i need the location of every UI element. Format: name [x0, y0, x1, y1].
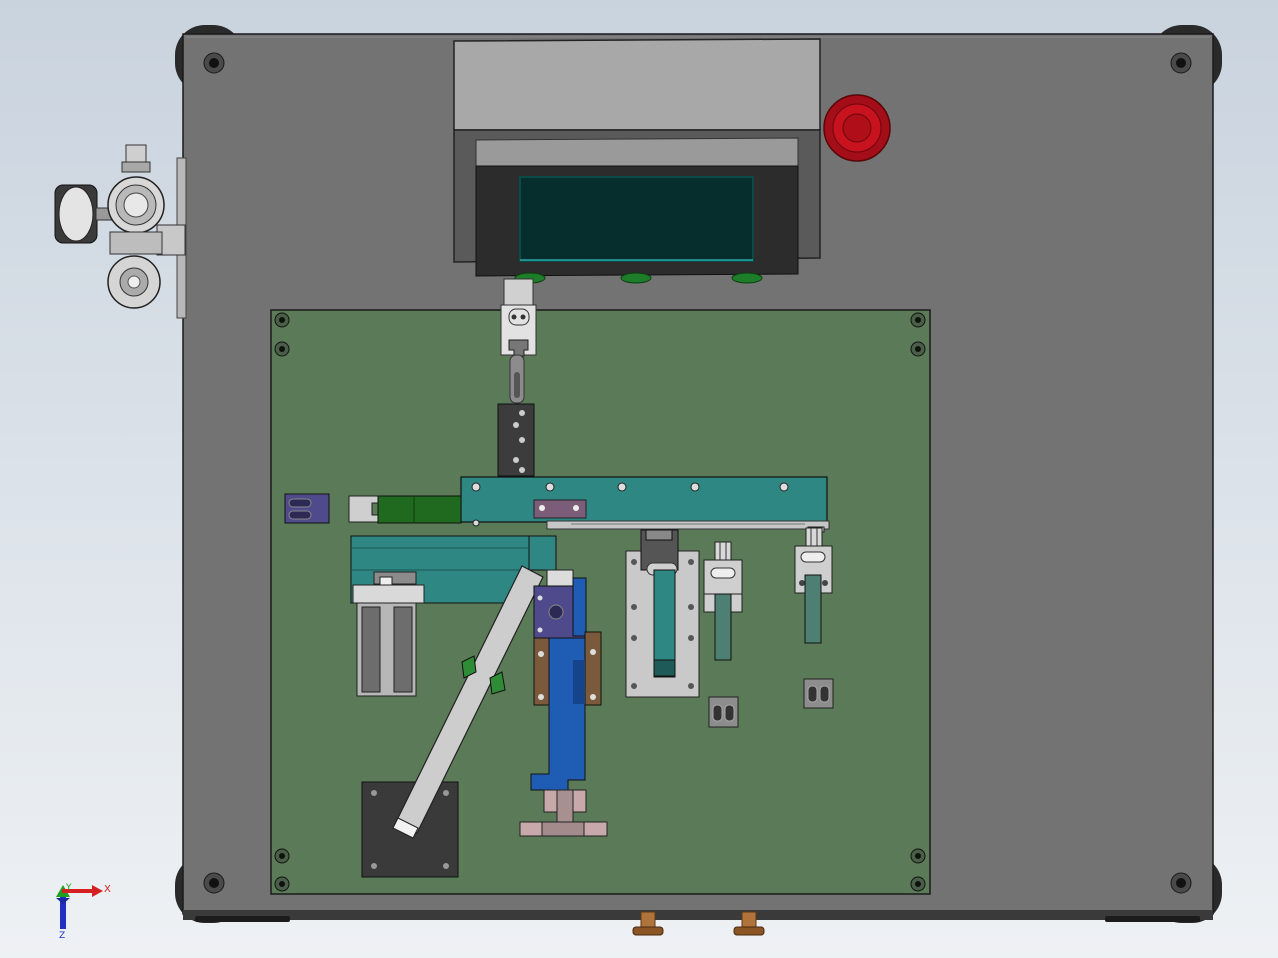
screw-icon: [274, 876, 290, 892]
base-bottom-edge: [183, 910, 1213, 920]
triad-x-label: X: [104, 884, 111, 895]
coordinate-triad-icon: X Y Z: [56, 883, 111, 941]
triad-z-label: Z: [59, 931, 65, 941]
air-pressure-regulator[interactable]: [54, 144, 187, 319]
screw-icon: [203, 872, 225, 894]
screw-icon: [910, 876, 926, 892]
green-button-center[interactable]: [620, 272, 652, 284]
green-button-right[interactable]: [731, 272, 763, 284]
screw-icon: [910, 848, 926, 864]
screw-icon: [910, 312, 926, 328]
triad-y-label: Y: [65, 883, 72, 893]
screw-icon: [1170, 52, 1192, 74]
cad-viewport[interactable]: X Y Z: [0, 0, 1278, 958]
hmi-touch-screen[interactable]: [519, 176, 754, 262]
clamp-assembly[interactable]: [625, 529, 700, 698]
screw-icon: [274, 848, 290, 864]
small-block-left: [708, 696, 739, 728]
pressure-gauge-icon: [54, 184, 115, 244]
screw-icon: [1170, 872, 1192, 894]
screw-icon: [274, 312, 290, 328]
controller-housing: [453, 38, 821, 284]
screw-icon: [274, 341, 290, 357]
small-block-right: [803, 678, 834, 709]
screw-icon: [910, 341, 926, 357]
purple-gripper-block[interactable]: [284, 493, 330, 524]
emergency-stop-icon[interactable]: [823, 94, 891, 162]
screw-icon: [203, 52, 225, 74]
push-rod[interactable]: [348, 495, 462, 524]
